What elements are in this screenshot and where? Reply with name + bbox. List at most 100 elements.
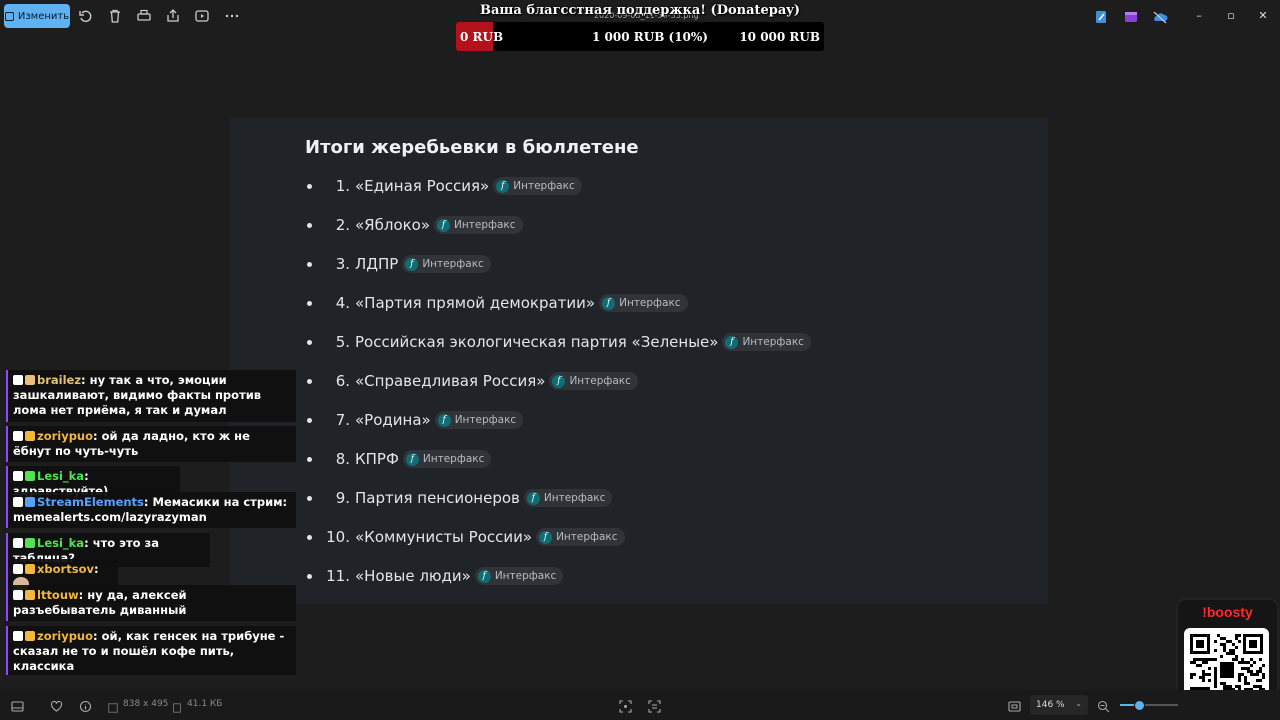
twitch-icon (13, 538, 23, 548)
zoom-slider-handle[interactable] (1134, 700, 1145, 711)
close-button[interactable]: ✕ (1256, 9, 1270, 23)
donation-progress-bar: 0 RUB 1 000 RUB (10%) 10 000 RUB (456, 22, 824, 51)
more-options-icon[interactable] (224, 8, 240, 24)
maximize-button[interactable]: ▫ (1224, 9, 1238, 23)
source-chip[interactable]: f Интерфакс (599, 294, 688, 312)
bullet (307, 378, 312, 384)
item-number: 3. (335, 255, 350, 273)
chat-username: zoriypuo (37, 629, 94, 643)
source-chip[interactable]: f Интерфакс (434, 216, 523, 234)
visual-search-icon[interactable] (648, 698, 661, 713)
minimize-button[interactable]: – (1192, 9, 1206, 23)
list-item: 7. «Родина» f Интерфакс (305, 410, 524, 430)
source-label: Интерфакс (454, 219, 516, 231)
source-chip[interactable]: f Интерфакс (434, 411, 524, 429)
list-item: 4. «Партия прямой демократии» f Интерфакс (305, 293, 688, 313)
chat-separator: : (78, 588, 88, 602)
chat-separator: : (93, 629, 102, 643)
source-label: Интерфакс (556, 531, 618, 543)
item-number: 10. (326, 528, 350, 546)
interfax-logo-icon: f (437, 218, 451, 232)
rotate-icon[interactable] (78, 8, 94, 24)
item-text: Партия пенсионеров (355, 489, 520, 507)
item-number: 6. (335, 372, 350, 390)
interfax-logo-icon: f (405, 452, 419, 466)
bullet (307, 573, 312, 579)
zoom-dropdown[interactable]: 146 % ⌄ (1030, 695, 1088, 715)
favorite-icon[interactable] (50, 698, 63, 712)
source-label: Интерфакс (619, 297, 681, 309)
chat-username: lttouw (37, 588, 79, 602)
source-label: Интерфакс (494, 570, 557, 582)
source-chip[interactable]: f Интерфакс (549, 372, 638, 390)
filmstrip-icon[interactable] (11, 698, 24, 712)
chat-separator: : (81, 373, 90, 387)
video-editor-icon[interactable] (1123, 9, 1139, 23)
interfax-logo-icon: f (539, 530, 553, 544)
share-icon[interactable] (165, 8, 181, 24)
twitch-icon (13, 497, 23, 507)
source-label: Интерфакс (543, 492, 606, 504)
user-badge-icon (25, 497, 35, 507)
edit-icon (4, 11, 14, 21)
source-chip[interactable]: f Интерфакс (474, 567, 564, 585)
chat-message: lttouw: ну да, алексей разъебыватель див… (6, 585, 296, 621)
zoom-out-icon[interactable] (1097, 698, 1110, 713)
bullet (307, 261, 312, 267)
item-text: «Новые люди» (355, 567, 471, 585)
zoom-slider[interactable] (1120, 700, 1178, 711)
user-badge-icon (25, 431, 35, 441)
list-item: 11. «Новые люди» f Интерфакс (305, 566, 564, 586)
image-content: Итоги жеребьевки в бюллетене 1. «Единая Р… (230, 118, 1048, 604)
info-icon[interactable] (79, 698, 92, 713)
bullet (307, 495, 312, 501)
item-text: ЛДПР (355, 255, 399, 273)
item-number: 1. (335, 177, 350, 195)
twitch-icon (13, 471, 23, 481)
interfax-logo-icon: f (477, 569, 491, 583)
chat-username: Lesi_ka (37, 469, 85, 483)
onedrive-cloud-icon[interactable] (1152, 9, 1168, 24)
chat-separator: : (93, 562, 99, 576)
status-bar: 838 x 495 41.1 КБ 146 % ⌄ (0, 690, 1280, 720)
chat-separator: : (84, 469, 89, 483)
chat-username: StreamElements (37, 495, 144, 509)
delete-icon[interactable] (107, 8, 123, 24)
crop-icon[interactable] (619, 698, 632, 713)
source-chip[interactable]: f Интерфакс (493, 177, 582, 195)
source-label: Интерфакс (454, 414, 517, 426)
image-dimensions: 838 x 495 (123, 699, 169, 709)
bullet (307, 222, 312, 228)
bullet (307, 417, 312, 423)
zoom-value: 146 % (1036, 700, 1065, 710)
item-number: 5. (335, 333, 350, 351)
source-chip[interactable]: f Интерфакс (402, 450, 492, 468)
print-icon[interactable] (136, 8, 152, 24)
fit-to-window-icon[interactable] (1008, 698, 1021, 712)
list-item: 3. ЛДПР f Интерфакс (305, 254, 491, 274)
interfax-logo-icon: f (405, 257, 419, 271)
chat-message: StreamElements: Мемасики на стрим: memea… (6, 492, 296, 528)
source-chip[interactable]: f Интерфакс (536, 528, 625, 546)
source-label: Интерфакс (422, 453, 485, 465)
list-item: 5. Российская экологическая партия «Зелен… (305, 332, 811, 352)
chat-username: xbortsov (37, 562, 94, 576)
user-badge-icon (25, 631, 35, 641)
twitch-icon (13, 590, 23, 600)
donation-goal: 10 000 RUB (739, 30, 820, 44)
edit-button[interactable]: Изменить (4, 4, 70, 28)
interfax-logo-icon: f (526, 491, 540, 505)
list-item: 8. КПРФ f Интерфакс (305, 449, 492, 469)
chat-username: zoriypuo (37, 429, 94, 443)
source-chip[interactable]: f Интерфакс (722, 333, 811, 351)
source-chip[interactable]: f Интерфакс (402, 255, 491, 273)
donation-title: Ваша благсстная поддержка! (Donatepay) (479, 3, 801, 18)
user-badge-icon (25, 590, 35, 600)
source-chip[interactable]: f Интерфакс (523, 489, 613, 507)
slideshow-icon[interactable] (194, 8, 210, 24)
list-item: 2. «Яблоко» f Интерфакс (305, 215, 523, 235)
bullet (307, 534, 312, 540)
dimensions-icon (108, 698, 121, 713)
chat-username: brailez (37, 373, 82, 387)
drawing-icon[interactable] (1094, 9, 1110, 23)
